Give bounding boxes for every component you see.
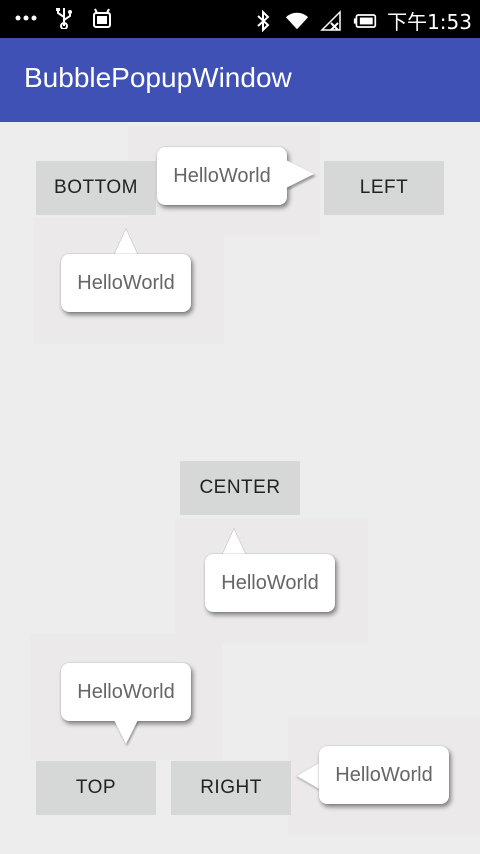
top-popup-bubble: HelloWorld [61, 663, 191, 721]
top-button[interactable]: TOP [36, 761, 156, 815]
top-popup-arrow [114, 720, 138, 744]
wifi-icon [285, 9, 309, 33]
app-bar-title: BubblePopupWindow [24, 62, 292, 93]
android-debug-icon [90, 6, 114, 30]
bluetooth-icon [251, 9, 275, 33]
status-bar-right: 下午1:53 [251, 6, 472, 35]
center-popup-text: HelloWorld [221, 571, 319, 594]
usb-icon [52, 6, 76, 30]
left-popup-bubble: HelloWorld [157, 147, 287, 205]
bottom-button[interactable]: BOTTOM [36, 161, 156, 215]
center-popup-arrow [222, 529, 246, 555]
bottom-popup-bubble: HelloWorld [61, 254, 191, 312]
no-signal-icon [319, 9, 343, 33]
left-popup-text: HelloWorld [173, 164, 271, 187]
right-popup-arrow [297, 762, 321, 790]
left-button[interactable]: LEFT [324, 161, 444, 215]
center-popup-bubble: HelloWorld [205, 554, 335, 612]
more-dots-icon [14, 6, 38, 30]
right-button[interactable]: RIGHT [171, 761, 291, 815]
right-popup-bubble: HelloWorld [319, 746, 449, 804]
center-button[interactable]: CENTER [180, 461, 300, 515]
status-bar-time: 下午1:53 [387, 10, 472, 34]
bottom-popup-arrow [114, 229, 138, 255]
bottom-popup-text: HelloWorld [77, 271, 175, 294]
status-bar: 下午1:53 [0, 0, 480, 38]
top-popup-text: HelloWorld [77, 680, 175, 703]
right-popup-text: HelloWorld [335, 763, 433, 786]
battery-icon [353, 9, 377, 33]
status-bar-left [14, 6, 114, 30]
app-bar: BubblePopupWindow [0, 38, 480, 122]
left-popup-arrow [286, 160, 314, 188]
